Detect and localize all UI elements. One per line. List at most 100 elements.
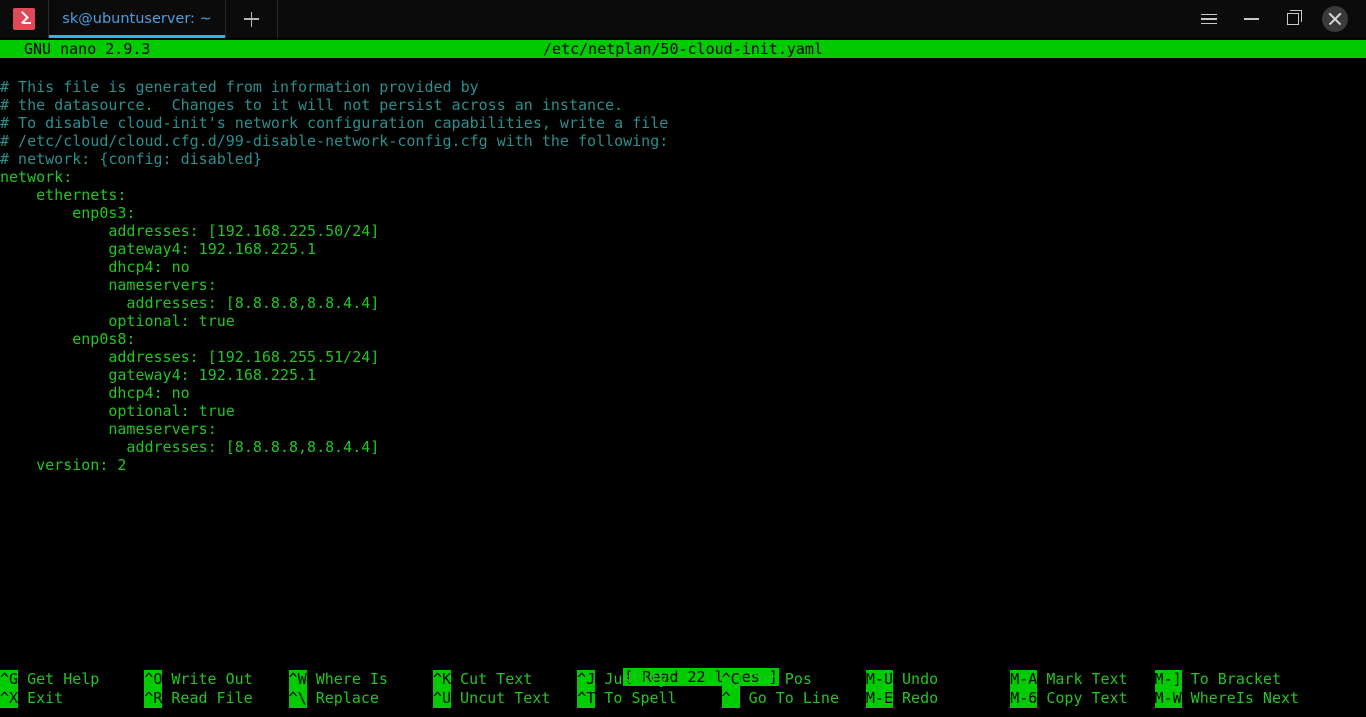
file-line: addresses: [8.8.8.8,8.8.4.4] [0,438,1366,456]
shortcut-key: ^ [722,689,740,708]
shortcut-key: M-W [1155,689,1182,708]
file-line: addresses: [192.168.225.50/24] [0,222,1366,240]
shortcut-label: To Bracket [1182,670,1281,688]
shortcut-key: ^G [0,670,18,689]
shortcut-label: Read File [162,689,252,707]
shortcut-label: Uncut Text [451,689,550,707]
shortcut-label: Copy Text [1037,689,1127,707]
shortcut-label: Mark Text [1037,670,1127,688]
shortcut-key: M-A [1010,670,1037,689]
file-line: nameservers: [0,276,1366,294]
shortcut-label: Redo [893,689,938,707]
titlebar-left-group: sk@ubuntuserver: ~ [0,0,278,38]
shortcut-label: Justify [595,670,667,688]
nano-title-bar: GNU nano 2.9.3 /etc/netplan/50-cloud-ini… [0,40,1366,58]
terminal-screen[interactable]: GNU nano 2.9.3 /etc/netplan/50-cloud-ini… [0,38,1366,717]
shortcut-where-is[interactable]: ^W Where Is [289,670,388,689]
close-icon [1322,6,1348,32]
shortcut-key: M-6 [1010,689,1037,708]
shortcut-whereis-next[interactable]: M-W WhereIs Next [1155,689,1300,708]
nano-status-line: [ Read 22 lines ] [0,650,1366,668]
menu-button[interactable] [1188,0,1230,38]
shortcut-replace[interactable]: ^\ Replace [289,689,379,708]
nano-shortcut-bar: ^G Get Help ^O Write Out ^W Where Is ^K Cut… [0,670,1366,710]
shortcut-label: Exit [18,689,63,707]
shortcut-write-out[interactable]: ^O Write Out [144,670,252,689]
shortcut-to-bracket[interactable]: M-] To Bracket [1155,670,1281,689]
shortcut-undo[interactable]: M-U Undo [866,670,938,689]
shortcut-key: ^O [144,670,162,689]
shortcut-key: ^\ [289,689,307,708]
file-line: dhcp4: no [0,384,1366,402]
file-line: optional: true [0,312,1366,330]
file-content-area[interactable]: # This file is generated from informatio… [0,78,1366,474]
shortcut-get-help[interactable]: ^G Get Help [0,670,99,689]
window-titlebar: sk@ubuntuserver: ~ [0,0,1366,38]
maximize-button[interactable] [1272,0,1314,38]
shortcut-read-file[interactable]: ^R Read File [144,689,252,708]
shortcut-row-secondary: ^X Exit ^R Read File ^\ Replace ^U Uncut Te… [0,689,1366,708]
shortcut-label: Get Help [18,670,99,688]
maximize-icon [1287,13,1299,25]
shortcut-cur-pos[interactable]: ^C Cur Pos [722,670,812,689]
shortcut-key: ^K [433,670,451,689]
shortcut-key: M-U [866,670,893,689]
shortcut-key: ^J [577,670,595,689]
window-controls [1188,0,1366,38]
shortcut-to-spell[interactable]: ^T To Spell [577,689,676,708]
file-line: enp0s8: [0,330,1366,348]
shortcut-label: Cut Text [451,670,532,688]
shortcut-justify[interactable]: ^J Justify [577,670,667,689]
tab-terminal-session[interactable]: sk@ubuntuserver: ~ [48,0,226,38]
shortcut-redo[interactable]: M-E Redo [866,689,938,708]
shortcut-label: Where Is [307,670,388,688]
shortcut-key: M-E [866,689,893,708]
shortcut-go-to-line[interactable]: ^ Go To Line [722,689,839,708]
shortcut-key: ^W [289,670,307,689]
shortcut-label: Cur Pos [740,670,812,688]
shortcut-key: ^U [433,689,451,708]
nano-filename-label: /etc/netplan/50-cloud-init.yaml [0,40,1366,58]
file-line: dhcp4: no [0,258,1366,276]
file-line: optional: true [0,402,1366,420]
file-line: version: 2 [0,456,1366,474]
shortcut-row-primary: ^G Get Help ^O Write Out ^W Where Is ^K Cut… [0,670,1366,689]
file-line: # /etc/cloud/cloud.cfg.d/99-disable-netw… [0,132,1366,150]
file-line: ethernets: [0,186,1366,204]
shortcut-key: ^X [0,689,18,708]
file-line: network: [0,168,1366,186]
shortcut-key: M-] [1155,670,1182,689]
file-line: addresses: [192.168.255.51/24] [0,348,1366,366]
terminal-icon [13,8,35,30]
file-line: # the datasource. Changes to it will not… [0,96,1366,114]
shortcut-uncut-text[interactable]: ^U Uncut Text [433,689,550,708]
shortcut-key: ^C [722,670,740,689]
shortcut-key: ^T [577,689,595,708]
file-line: # This file is generated from informatio… [0,78,1366,96]
shortcut-copy-text[interactable]: M-6 Copy Text [1010,689,1127,708]
file-line: # To disable cloud-init's network config… [0,114,1366,132]
file-line: # network: {config: disabled} [0,150,1366,168]
new-tab-button[interactable] [226,0,278,38]
shortcut-cut-text[interactable]: ^K Cut Text [433,670,532,689]
shortcut-mark-text[interactable]: M-A Mark Text [1010,670,1127,689]
terminal-prompt-underscore [23,22,31,24]
file-line: enp0s3: [0,204,1366,222]
file-line: gateway4: 192.168.225.1 [0,366,1366,384]
hamburger-icon [1201,14,1217,25]
shortcut-key: ^R [144,689,162,708]
shortcut-exit[interactable]: ^X Exit [0,689,63,708]
close-button[interactable] [1314,0,1356,38]
shortcut-label: To Spell [595,689,676,707]
shortcut-label: Undo [893,670,938,688]
minimize-button[interactable] [1230,0,1272,38]
shortcut-label: Write Out [162,670,252,688]
file-line: gateway4: 192.168.225.1 [0,240,1366,258]
minimize-icon [1244,18,1259,20]
tab-label: sk@ubuntuserver: ~ [62,11,211,27]
shortcut-label: Replace [307,689,379,707]
plus-icon-vertical [251,12,253,27]
shortcut-label: WhereIs Next [1182,689,1299,707]
shortcut-label: Go To Line [740,689,839,707]
file-line: nameservers: [0,420,1366,438]
